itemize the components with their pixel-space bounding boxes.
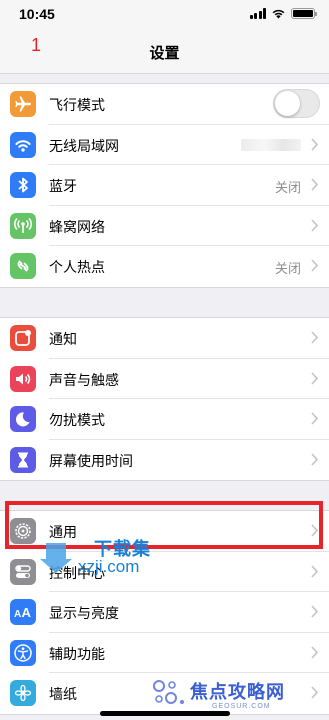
accessibility-icon — [10, 639, 36, 666]
settings-row-sounds[interactable]: 声音与触感 — [0, 359, 329, 399]
chevron-right-icon — [311, 371, 318, 385]
row-label: 通知 — [49, 332, 77, 348]
wifi-network-name-blurred — [241, 138, 301, 151]
antenna-icon — [10, 212, 36, 239]
chevron-right-icon — [311, 259, 318, 272]
text-size-icon: A A — [10, 599, 36, 625]
settings-row-airplane[interactable]: 飞行模式 — [0, 84, 329, 125]
settings-row-notifications[interactable]: 通知 — [0, 318, 329, 359]
status-time: 10:45 — [19, 6, 55, 22]
airplane-mode-toggle[interactable] — [273, 89, 320, 118]
home-indicator[interactable] — [100, 711, 230, 716]
chevron-right-icon — [311, 331, 318, 344]
row-label: 显示与亮度 — [49, 606, 119, 622]
wifi-status-icon — [272, 9, 285, 19]
settings-row-display[interactable]: A A 显示与亮度 — [0, 592, 329, 633]
chevron-right-icon — [311, 452, 318, 466]
wifi-icon — [10, 131, 36, 158]
cellular-signal-icon — [249, 8, 266, 19]
status-icons — [249, 8, 317, 19]
row-label: 蜂窝网络 — [49, 219, 105, 236]
row-label: 飞行模式 — [49, 98, 105, 114]
hotspot-icon — [10, 253, 36, 279]
row-value: 关闭 — [274, 262, 301, 277]
row-label: 屏幕使用时间 — [49, 453, 133, 470]
settings-group-connectivity: 飞行模式 无线局域网 蓝牙 关闭 蜂窝网络 个人热点 关闭 — [0, 83, 329, 288]
settings-group-notifications: 通知 声音与触感 勿扰模式 屏幕使用时间 — [0, 317, 329, 481]
notification-icon — [10, 325, 36, 351]
settings-row-wifi[interactable]: 无线局域网 — [0, 125, 329, 165]
navigation-bar: 1 设置 — [0, 30, 329, 74]
row-label: 勿扰模式 — [49, 413, 105, 429]
settings-row-screen-time[interactable]: 屏幕使用时间 — [0, 440, 329, 481]
chevron-right-icon — [311, 178, 318, 191]
chevron-right-icon — [311, 686, 318, 699]
settings-row-hotspot[interactable]: 个人热点 关闭 — [0, 246, 329, 287]
settings-row-do-not-disturb[interactable]: 勿扰模式 — [0, 399, 329, 440]
gear-icon — [10, 518, 36, 544]
svg-text:A: A — [22, 605, 32, 620]
chevron-right-icon — [311, 218, 318, 232]
row-label: 通用 — [49, 525, 77, 541]
chevron-right-icon — [311, 412, 318, 425]
page-title: 设置 — [149, 44, 180, 62]
battery-icon — [291, 8, 317, 19]
settings-row-general[interactable]: 通用 — [0, 511, 329, 552]
wallpaper-icon — [10, 680, 36, 706]
toggles-icon — [10, 558, 36, 585]
chevron-right-icon — [311, 605, 318, 618]
row-label: 辅助功能 — [49, 646, 105, 663]
chevron-right-icon — [311, 645, 318, 659]
row-label: 控制中心 — [49, 565, 105, 582]
row-label: 蓝牙 — [49, 179, 77, 195]
settings-row-control-center[interactable]: 控制中心 — [0, 552, 329, 592]
bluetooth-icon — [10, 172, 36, 198]
chevron-right-icon — [311, 524, 318, 537]
row-label: 个人热点 — [49, 260, 105, 276]
settings-row-cellular[interactable]: 蜂窝网络 — [0, 206, 329, 246]
svg-text:A: A — [14, 609, 21, 620]
airplane-icon — [10, 91, 36, 117]
settings-row-accessibility[interactable]: 辅助功能 — [0, 633, 329, 673]
row-label: 声音与触感 — [49, 372, 119, 389]
row-label: 无线局域网 — [49, 138, 119, 155]
settings-group-system: 通用 控制中心 A A 显示与亮度 辅助功能 墙纸 — [0, 510, 329, 715]
row-label: 墙纸 — [49, 687, 77, 703]
row-value: 关闭 — [274, 181, 301, 196]
hourglass-icon — [10, 446, 36, 473]
moon-icon — [10, 406, 36, 432]
settings-row-bluetooth[interactable]: 蓝牙 关闭 — [0, 165, 329, 206]
chevron-right-icon — [311, 137, 318, 151]
status-bar: 10:45 — [0, 0, 329, 30]
settings-row-wallpaper[interactable]: 墙纸 — [0, 673, 329, 714]
chevron-right-icon — [311, 564, 318, 578]
speaker-icon — [10, 365, 36, 392]
